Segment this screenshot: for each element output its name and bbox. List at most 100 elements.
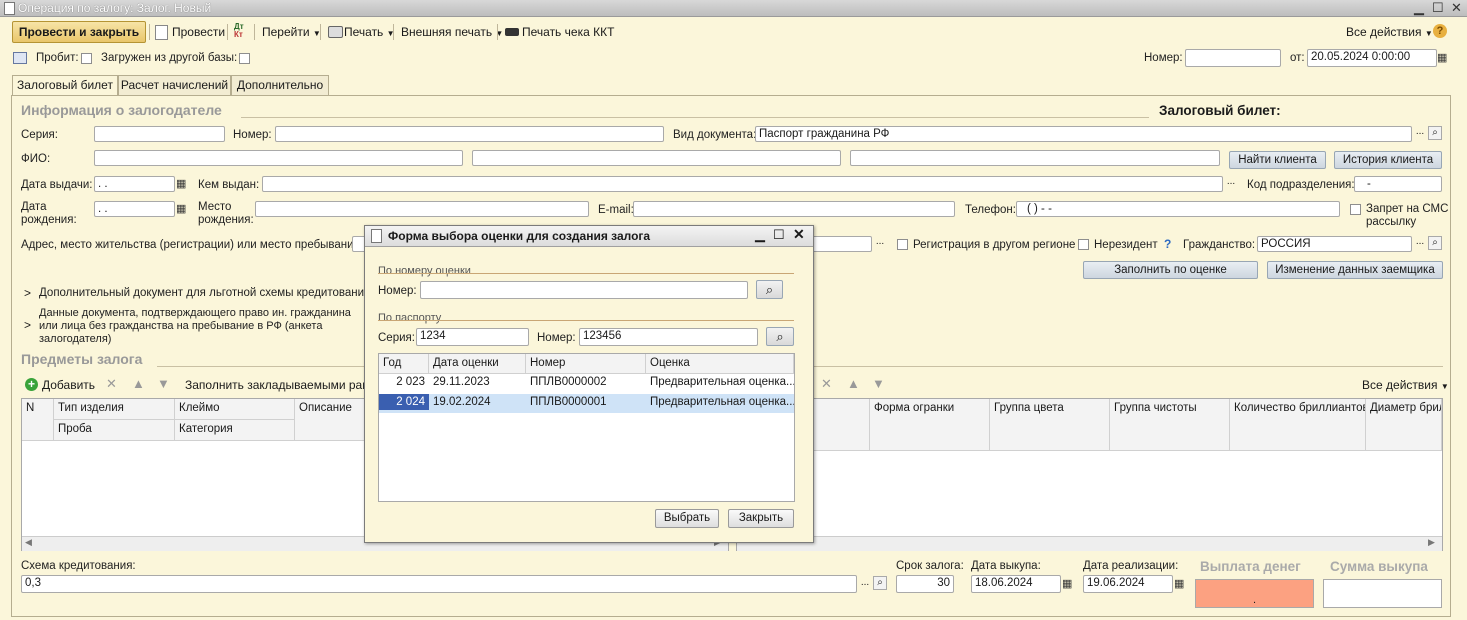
col-header-probe[interactable]: Проба [54, 420, 175, 441]
estimates-table[interactable]: Год Дата оценки Номер Оценка 2 023 29.11… [378, 353, 795, 502]
delete-icon[interactable]: ✕ [106, 376, 117, 392]
items-all-actions-menu[interactable]: Все действия ▼ [1362, 378, 1449, 392]
info-icon[interactable] [13, 52, 27, 64]
fill-items-button[interactable]: Заполнить закладываемыми ранее [185, 378, 382, 392]
chevron-right-icon[interactable]: > [24, 286, 31, 300]
close-icon[interactable]: ✕ [793, 226, 805, 243]
email-field[interactable] [633, 201, 955, 217]
other-region-checkbox[interactable] [897, 239, 908, 250]
search-icon[interactable]: ⌕ [873, 576, 887, 590]
passport-number-field[interactable]: 123456 [579, 328, 758, 346]
select-button[interactable]: Выбрать [655, 509, 719, 528]
move-up-icon[interactable]: ▲ [132, 376, 145, 391]
col-header-diamond-count[interactable]: Количество бриллиантов [1230, 399, 1366, 451]
birth-place-field[interactable] [255, 201, 589, 217]
citizenship-field[interactable]: РОССИЯ [1257, 236, 1412, 252]
phone-field[interactable]: ( ) - - [1016, 201, 1340, 217]
issue-date-field[interactable]: . . [94, 176, 175, 192]
close-icon[interactable]: ✕ [1451, 0, 1462, 16]
move-down-icon[interactable]: ▼ [872, 376, 885, 391]
maximize-icon[interactable]: ☐ [773, 227, 785, 243]
client-history-button[interactable]: История клиента [1334, 151, 1442, 169]
estimate-number-field[interactable] [420, 281, 748, 299]
find-client-button[interactable]: Найти клиента [1229, 151, 1326, 169]
scheme-field[interactable]: 0,3 [21, 575, 857, 593]
stones-table[interactable]: ка Форма огранки Группа цвета Группа чис… [736, 398, 1443, 551]
col-header-estimate-date[interactable]: Дата оценки [429, 354, 526, 374]
nonresident-checkbox[interactable] [1078, 239, 1089, 250]
col-header-n[interactable]: N [22, 399, 54, 441]
calendar-icon[interactable]: ▦ [176, 177, 186, 190]
goto-menu-button[interactable]: Перейти ▼ [262, 25, 321, 39]
ellipsis-icon[interactable]: ... [858, 577, 872, 591]
col-header-brand[interactable]: Клеймо [175, 399, 295, 420]
col-header-number[interactable]: Номер [526, 354, 646, 374]
middle-name-field[interactable] [850, 150, 1220, 166]
foreign-doc-group[interactable]: Данные документа, подтверждающего право … [39, 307, 351, 346]
search-icon[interactable]: ⌕ [1428, 236, 1442, 250]
search-icon[interactable]: ⌕ [756, 280, 783, 299]
table-row-selected[interactable]: 2 024 19.02.2024 ППЛВ0000001 Предварител… [379, 394, 794, 413]
series-field[interactable] [94, 126, 225, 142]
sms-ban-checkbox[interactable] [1350, 204, 1361, 215]
print-menu-button[interactable]: Печать ▼ [344, 25, 395, 39]
maximize-icon[interactable]: ☐ [1432, 0, 1444, 16]
ellipsis-icon[interactable]: ... [1413, 236, 1427, 250]
calendar-icon[interactable]: ▦ [176, 202, 186, 215]
col-header-year[interactable]: Год [379, 354, 429, 374]
table-row[interactable]: 2 023 29.11.2023 ППЛВ0000002 Предварител… [379, 374, 794, 395]
horizontal-scrollbar[interactable]: ▶ [737, 536, 1442, 551]
loaded-checkbox[interactable] [239, 53, 250, 64]
col-header-clarity-group[interactable]: Группа чистоты [1110, 399, 1230, 451]
tab-additional[interactable]: Дополнительно [231, 75, 329, 95]
first-name-field[interactable] [472, 150, 841, 166]
close-button[interactable]: Закрыть [728, 509, 794, 528]
delete-icon[interactable]: ✕ [821, 376, 832, 392]
scroll-left-icon[interactable]: ◀ [25, 537, 32, 548]
doc-number-field[interactable] [275, 126, 664, 142]
number-field[interactable] [1185, 49, 1281, 67]
nonresident-help-icon[interactable]: ? [1164, 237, 1171, 251]
col-header-category[interactable]: Категория [175, 420, 295, 441]
calendar-icon[interactable]: ▦ [1174, 577, 1184, 590]
move-down-icon[interactable]: ▼ [157, 376, 170, 391]
col-header-type[interactable]: Тип изделия [54, 399, 175, 420]
passport-series-field[interactable]: 1234 [416, 328, 529, 346]
date-field[interactable]: 20.05.2024 0:00:00 [1307, 49, 1437, 67]
search-icon[interactable]: ⌕ [1428, 126, 1442, 140]
probit-checkbox[interactable] [81, 53, 92, 64]
sale-date-field[interactable]: 19.06.2024 [1083, 575, 1173, 593]
dept-code-field[interactable]: - [1354, 176, 1442, 192]
minimize-icon[interactable]: ▁ [1414, 0, 1424, 16]
last-name-field[interactable] [94, 150, 463, 166]
calendar-icon[interactable]: ▦ [1062, 577, 1072, 590]
issued-by-field[interactable] [262, 176, 1223, 192]
all-actions-menu[interactable]: Все действия ▼ [1346, 25, 1433, 39]
ellipsis-icon[interactable]: ... [873, 236, 887, 250]
help-icon[interactable]: ? [1433, 24, 1447, 38]
col-header-color-group[interactable]: Группа цвета [990, 399, 1110, 451]
search-icon[interactable]: ⌕ [766, 327, 794, 346]
print-receipt-button[interactable]: Печать чека ККТ [522, 25, 614, 39]
move-up-icon[interactable]: ▲ [847, 376, 860, 391]
ellipsis-icon[interactable]: ... [1413, 126, 1427, 140]
tab-accruals[interactable]: Расчет начислений [118, 75, 231, 95]
col-header-estimate[interactable]: Оценка [646, 354, 794, 374]
tab-pledge-ticket[interactable]: Залоговый билет [12, 75, 118, 96]
external-print-menu-button[interactable]: Внешняя печать ▼ [401, 25, 503, 39]
dt-kt-icon[interactable]: Дт Кт [234, 23, 244, 39]
birth-date-field[interactable]: . . [94, 201, 175, 217]
buyout-date-field[interactable]: 18.06.2024 [971, 575, 1061, 593]
col-header-diamond-diameter[interactable]: Диаметр бриллиантов [1366, 399, 1442, 451]
scroll-right-icon[interactable]: ▶ [1428, 537, 1435, 548]
fill-by-estimate-button[interactable]: Заполнить по оценке [1083, 261, 1258, 279]
change-borrower-button[interactable]: Изменение данных заемщика [1267, 261, 1443, 279]
post-and-close-button[interactable]: Провести и закрыть [12, 21, 146, 43]
extra-doc-group[interactable]: Дополнительный документ для льготной схе… [39, 287, 370, 299]
ellipsis-icon[interactable]: ... [1224, 176, 1238, 190]
minimize-icon[interactable]: ▁ [755, 227, 765, 243]
col-header-cut-shape[interactable]: Форма огранки [870, 399, 990, 451]
calendar-icon[interactable]: ▦ [1437, 51, 1447, 64]
doc-type-field[interactable]: Паспорт гражданина РФ [755, 126, 1412, 142]
add-item-button[interactable]: Добавить [42, 378, 95, 392]
